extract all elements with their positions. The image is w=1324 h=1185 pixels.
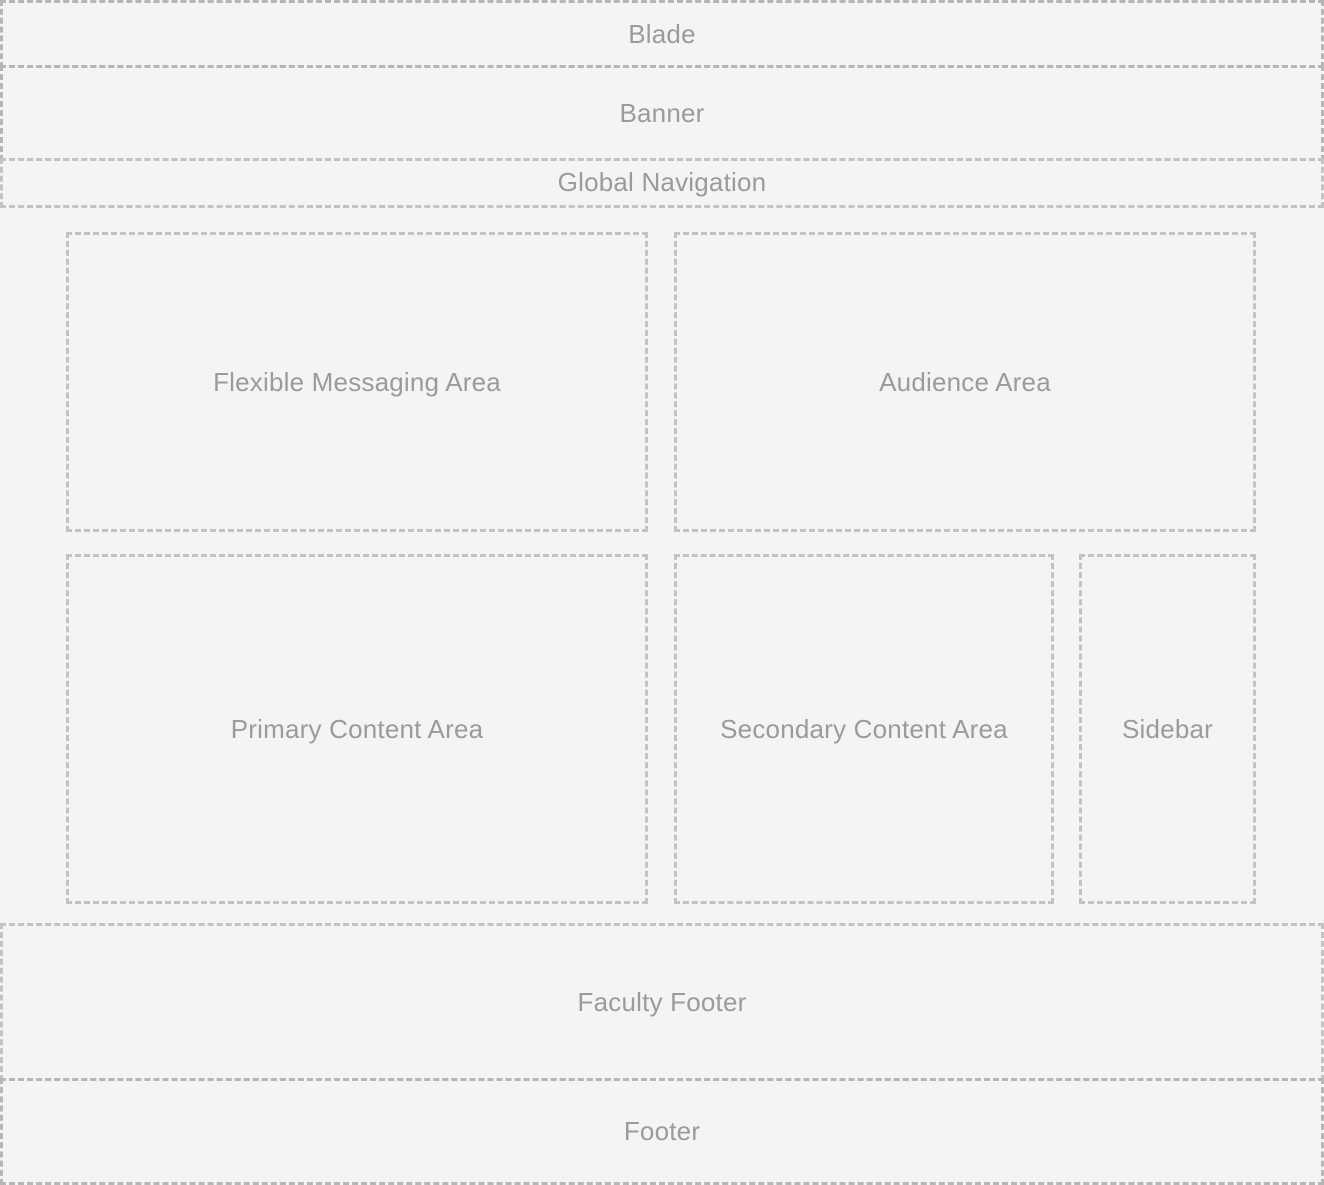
sidebar-label: Sidebar [1121, 713, 1214, 744]
faculty-footer-region: Faculty Footer [0, 923, 1324, 1081]
faculty-footer-label: Faculty Footer [577, 986, 747, 1017]
primary-content-area-label: Primary Content Area [230, 713, 484, 744]
banner-label: Banner [619, 97, 705, 128]
global-navigation-region: Global Navigation [0, 158, 1324, 208]
primary-content-area-region: Primary Content Area [66, 554, 648, 904]
footer-region: Footer [0, 1078, 1324, 1185]
global-navigation-label: Global Navigation [557, 166, 767, 197]
secondary-content-area-region: Secondary Content Area [674, 554, 1054, 904]
secondary-content-area-label: Secondary Content Area [720, 713, 1008, 744]
flexible-messaging-area-label: Flexible Messaging Area [213, 366, 501, 397]
footer-label: Footer [623, 1116, 701, 1146]
audience-area-label: Audience Area [879, 366, 1051, 397]
flexible-messaging-area-region: Flexible Messaging Area [66, 232, 648, 532]
banner-region: Banner [0, 65, 1324, 161]
sidebar-region: Sidebar [1079, 554, 1256, 904]
blade-label: Blade [628, 19, 696, 49]
blade-region: Blade [0, 0, 1324, 68]
audience-area-region: Audience Area [674, 232, 1256, 532]
